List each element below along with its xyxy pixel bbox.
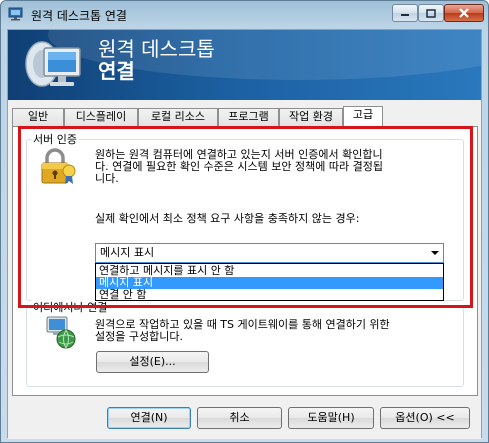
monitor-satellite-logo: [25, 41, 81, 87]
minimize-icon: [401, 14, 409, 16]
auth-level-combobox[interactable]: 메시지 표시: [95, 243, 444, 263]
connect-anywhere-label: 어디에서나 연결: [31, 299, 110, 315]
server-auth-prompt: 실제 확인에서 최소 정책 요구 사항을 충족하지 않는 경우:: [95, 212, 360, 225]
network-globe-icon: [46, 316, 76, 349]
window-title: 원격 데스크톱 연결: [31, 9, 127, 23]
tab-advanced[interactable]: 고급: [343, 106, 383, 127]
close-icon: [459, 8, 469, 18]
tab-programs[interactable]: 프로그램: [218, 108, 279, 126]
remote-desktop-window: 원격 데스크톱 연결 원격 데스크톱 연결 일반 디스플레이 로컬 리소스 프로…: [0, 0, 489, 443]
close-button[interactable]: [444, 4, 484, 22]
connect-anywhere-desc-line-2: 설정을 구성합니다.: [95, 330, 183, 343]
title-bar[interactable]: 원격 데스크톱 연결: [1, 1, 488, 27]
server-auth-label: 서버 인증: [31, 131, 79, 147]
dropdown-option-warn[interactable]: 메시지 표시: [96, 277, 443, 289]
banner-title: 원격 데스크톱: [98, 37, 215, 61]
maximize-icon: [426, 8, 436, 18]
lock-certificate-icon: [41, 148, 76, 184]
remote-desktop-icon: [8, 7, 23, 21]
banner-subtitle: 연결: [98, 59, 135, 83]
tab-local-resources[interactable]: 로컬 리소스: [138, 108, 218, 126]
tab-experience[interactable]: 작업 환경: [279, 108, 343, 126]
connect-button[interactable]: 연결(N): [107, 407, 191, 429]
gateway-settings-button[interactable]: 설정(E)...: [96, 351, 209, 373]
chevron-down-icon[interactable]: [431, 251, 439, 255]
cancel-button[interactable]: 취소: [197, 407, 282, 429]
tab-display[interactable]: 디스플레이: [64, 108, 138, 126]
combo-value: 메시지 표시: [100, 246, 155, 259]
server-auth-desc-line-3: 니다.: [95, 172, 119, 185]
help-button[interactable]: 도움말(H): [288, 407, 374, 429]
minimize-button[interactable]: [392, 4, 418, 22]
maximize-button[interactable]: [418, 4, 444, 22]
dropdown-option-do-not-connect[interactable]: 연결 안 함: [96, 289, 443, 301]
options-button[interactable]: 옵션(O) <<: [380, 407, 470, 429]
header-banner: 원격 데스크톱 연결: [8, 30, 481, 100]
tab-general[interactable]: 일반: [12, 108, 64, 126]
server-auth-desc-line-2: 다. 연결에 필요한 확인 수준은 시스템 보안 정책에 따라 결정됩: [95, 160, 383, 173]
auth-level-dropdown-list: 연결하고 메시지를 표시 안 함 메시지 표시 연결 안 함: [95, 263, 444, 301]
